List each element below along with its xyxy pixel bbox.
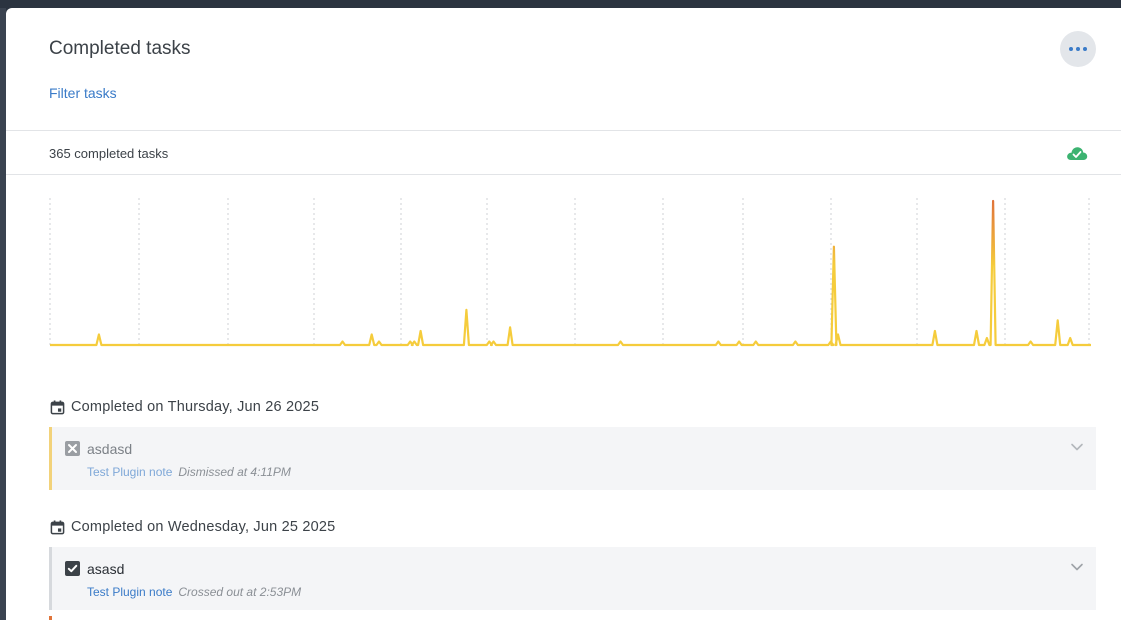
completion-chart <box>49 198 1091 348</box>
group-heading: Completed on Thursday, Jun 26 2025 <box>50 399 319 415</box>
chart-series-line <box>50 199 1091 347</box>
filter-tasks-link[interactable]: Filter tasks <box>49 85 117 101</box>
task-name: asasd <box>87 561 125 577</box>
more-options-button[interactable] <box>1060 31 1096 67</box>
task-item[interactable]: asdasd Test Plugin note Dismissed at 4:11… <box>49 427 1096 490</box>
chevron-down-icon[interactable] <box>1070 440 1084 454</box>
next-task-accent <box>49 616 52 620</box>
task-note-link[interactable]: Test Plugin note <box>87 585 172 599</box>
group-heading: Completed on Wednesday, Jun 25 2025 <box>50 519 335 535</box>
window-top-strip <box>0 0 1121 8</box>
calendar-icon <box>50 519 65 534</box>
group-heading-text: Completed on Wednesday, Jun 25 2025 <box>71 519 336 535</box>
checked-checkbox-icon[interactable] <box>65 561 80 576</box>
page-title: Completed tasks <box>49 38 191 59</box>
completed-tasks-panel: Completed tasks Filter tasks 365 complet… <box>6 8 1121 620</box>
summary-bar: 365 completed tasks <box>6 131 1121 175</box>
ellipsis-icon <box>1076 47 1080 51</box>
ellipsis-icon <box>1083 47 1087 51</box>
task-meta: Test Plugin note Dismissed at 4:11PM <box>87 465 291 479</box>
task-meta: Test Plugin note Crossed out at 2:53PM <box>87 585 301 599</box>
task-name: asdasd <box>87 441 133 457</box>
calendar-icon <box>50 399 65 414</box>
task-status: Dismissed at 4:11PM <box>178 465 291 479</box>
panel-header: Completed tasks Filter tasks <box>6 8 1121 131</box>
ellipsis-icon <box>1069 47 1073 51</box>
completed-count: 365 completed tasks <box>49 146 169 161</box>
cloud-check-icon <box>1067 147 1088 160</box>
dismissed-checkbox-icon[interactable] <box>65 441 80 456</box>
chevron-down-icon[interactable] <box>1070 560 1084 574</box>
task-status: Crossed out at 2:53PM <box>178 585 302 599</box>
group-heading-text: Completed on Thursday, Jun 26 2025 <box>71 399 320 415</box>
task-note-link[interactable]: Test Plugin note <box>87 465 172 479</box>
task-item[interactable]: asasd Test Plugin note Crossed out at 2:5… <box>49 547 1096 610</box>
